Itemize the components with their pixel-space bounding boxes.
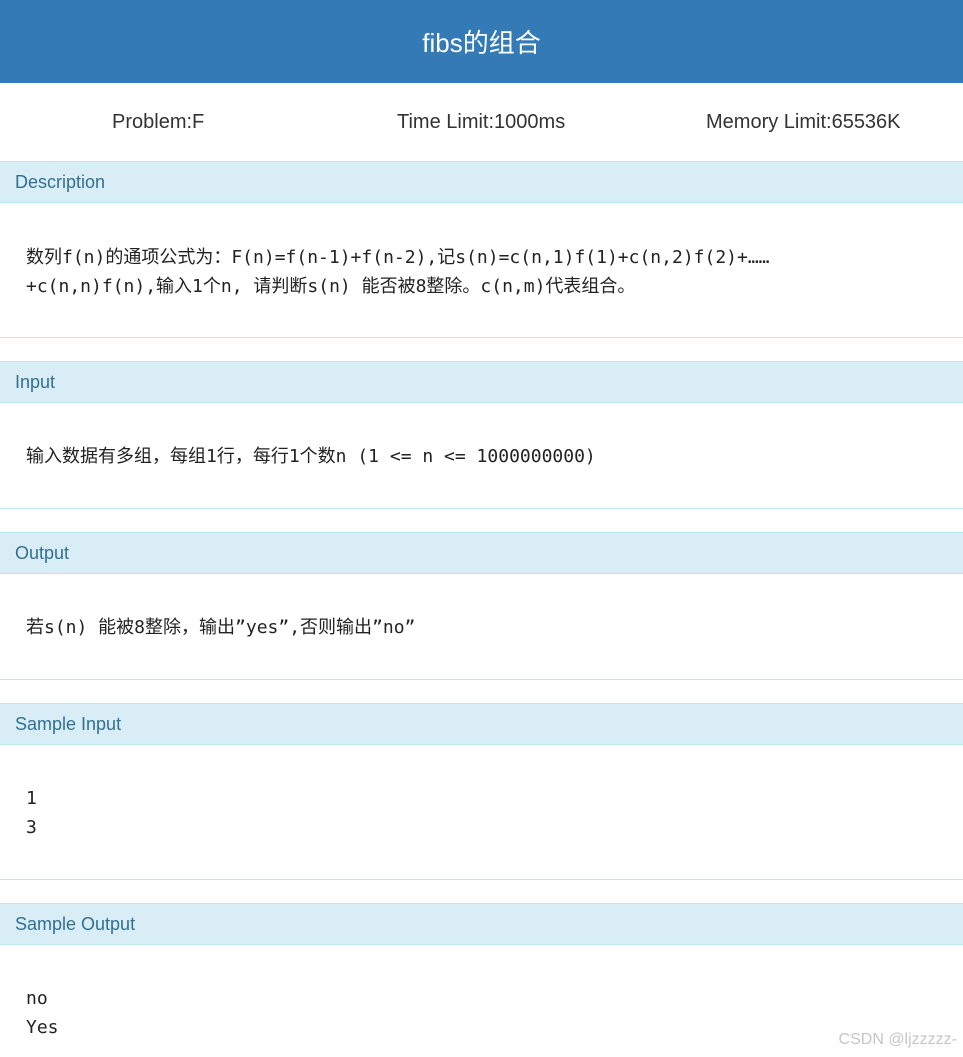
sample-input-line-1: 1	[26, 788, 37, 809]
memory-limit: Memory Limit:65536K	[706, 111, 901, 133]
output-heading: Output	[0, 532, 963, 574]
description-body: 数列f(n)的通项公式为：F(n)=f(n-1)+f(n-2),记s(n)=c(…	[0, 203, 963, 338]
input-heading: Input	[0, 361, 963, 403]
time-limit: Time Limit:1000ms	[397, 111, 566, 133]
page-title: fibs的组合	[422, 28, 541, 58]
input-line-1: 输入数据有多组，每组1行，每行1个数n (1 <= n <= 100000000…	[26, 446, 596, 467]
sample-input-line-2: 3	[26, 817, 37, 838]
input-body: 输入数据有多组，每组1行，每行1个数n (1 <= n <= 100000000…	[0, 403, 963, 509]
problem-meta-row: Problem:F Time Limit:1000ms Memory Limit…	[0, 83, 963, 161]
output-heading-label: Output	[15, 543, 70, 563]
output-body: 若s(n) 能被8整除，输出”yes”,否则输出”no”	[0, 574, 963, 680]
input-heading-label: Input	[15, 372, 56, 392]
sample-input-heading-label: Sample Input	[15, 714, 122, 734]
output-line-1: 若s(n) 能被8整除，输出”yes”,否则输出”no”	[26, 617, 416, 638]
description-heading-label: Description	[15, 172, 106, 192]
description-line-1: 数列f(n)的通项公式为：F(n)=f(n-1)+f(n-2),记s(n)=c(…	[26, 247, 770, 268]
description-line-2: +c(n,n)f(n),输入1个n, 请判断s(n) 能否被8整除。c(n,m)…	[26, 276, 636, 297]
description-heading: Description	[0, 161, 963, 203]
sample-input-body: 1 3	[0, 745, 963, 880]
sample-input-heading: Sample Input	[0, 703, 963, 745]
output-text: 若s(n) 能被8整除，输出”yes”,否则输出”no”	[26, 613, 943, 642]
sample-output-body: no Yes	[0, 945, 963, 1057]
problem-id: Problem:F	[112, 111, 205, 133]
sample-output-heading: Sample Output	[0, 903, 963, 945]
page-header: fibs的组合	[0, 0, 963, 83]
sample-output-line-1: no	[26, 988, 48, 1009]
description-text: 数列f(n)的通项公式为：F(n)=f(n-1)+f(n-2),记s(n)=c(…	[26, 243, 943, 301]
sample-output-text: no Yes	[26, 984, 943, 1042]
csdn-watermark: CSDN @ljzzzzz-	[838, 1031, 957, 1048]
sample-input-text: 1 3	[26, 784, 943, 842]
sample-output-heading-label: Sample Output	[15, 914, 136, 934]
sample-output-line-2: Yes	[26, 1017, 59, 1038]
input-text: 输入数据有多组，每组1行，每行1个数n (1 <= n <= 100000000…	[26, 442, 943, 471]
problem-page: fibs的组合 Problem:F Time Limit:1000ms Memo…	[0, 0, 963, 1057]
